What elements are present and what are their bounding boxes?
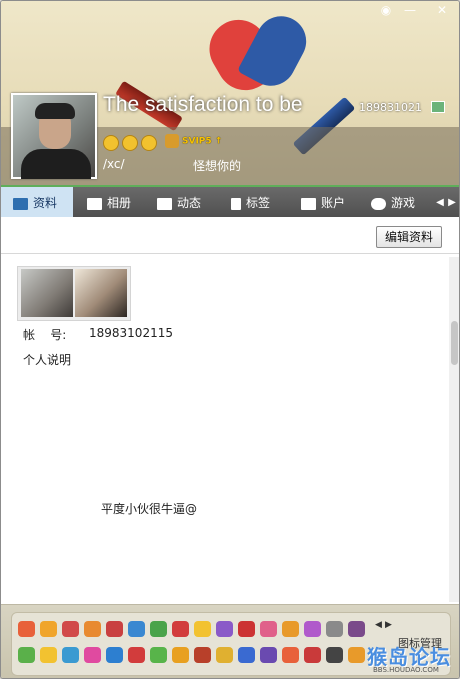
tab-album[interactable]: 相册 [87,187,131,219]
wallet-icon [301,197,316,210]
app-icon[interactable] [150,647,167,663]
svip-badge[interactable]: SVIP5 ↑ [165,134,222,148]
smiley-icon[interactable] [103,135,119,151]
tab-scroll-right-icon[interactable]: ▶ [447,187,457,219]
app-icon[interactable] [150,621,167,637]
app-icon[interactable] [348,647,365,663]
game-icon [371,197,386,210]
tab-games[interactable]: 游戏 [371,187,415,219]
svip-icon [165,134,179,148]
app-icon[interactable] [282,621,299,637]
app-icon[interactable] [172,647,189,663]
account-number: 189831021 [359,101,422,114]
watermark-url: BBS.HOUDAO.COM [373,666,439,674]
tab-profile[interactable]: 资料 [1,187,73,219]
signature-part1: /xc/ [103,157,125,171]
description-text: 平度小伙很牛逼@ [101,502,198,516]
signature-part2: 怪想你的 [193,159,242,173]
app-icon[interactable] [304,621,321,637]
account-label: 帐 号: [23,328,67,342]
app-icon[interactable] [106,647,123,663]
skin-icon[interactable]: ◉ [375,3,397,17]
app-icon[interactable] [326,621,343,637]
status-emojis [103,135,160,151]
app-icon[interactable] [18,621,35,637]
app-icon[interactable] [216,647,233,663]
feed-icon [157,197,172,210]
app-icon[interactable] [238,621,255,637]
app-icon[interactable] [40,647,57,663]
icons-prev-icon[interactable]: ◀ [375,620,382,630]
app-icon[interactable] [238,647,255,663]
app-icon-row [18,621,370,639]
tab-scroll-left-icon[interactable]: ◀ [435,187,445,219]
bookmark-icon [231,197,241,210]
minimize-icon[interactable]: — [399,3,421,17]
app-icon[interactable] [326,647,343,663]
profile-header: ◉ — ✕ The satisfaction to be 189831021 S… [1,1,459,185]
close-icon[interactable]: ✕ [431,3,453,17]
app-icon[interactable] [62,621,79,637]
app-icon[interactable] [128,647,145,663]
app-icon[interactable] [84,621,101,637]
tab-bar: 资料 相册 动态 标签 账户 游戏 ◀ ▶ [1,185,459,219]
app-icon[interactable] [40,621,57,637]
app-icon-row [18,647,370,665]
album-icon [87,197,102,210]
scrollbar-track[interactable] [449,257,459,602]
app-icon[interactable] [18,647,35,663]
photo-thumbnail[interactable] [75,269,127,317]
smiley-icon[interactable] [122,135,138,151]
tab-feed[interactable]: 动态 [157,187,201,219]
app-icon[interactable] [84,647,101,663]
app-icon[interactable] [304,647,321,663]
tab-account[interactable]: 账户 [301,187,345,219]
photo-strip [17,266,131,321]
tab-tags[interactable]: 标签 [231,187,270,219]
app-icon[interactable] [216,621,233,637]
app-icon[interactable] [106,621,123,637]
photo-thumbnail[interactable] [21,269,73,317]
app-icon[interactable] [194,621,211,637]
profile-window: ◉ — ✕ The satisfaction to be 189831021 S… [0,0,460,679]
avatar[interactable] [11,93,97,179]
nickname: The satisfaction to be [103,93,303,116]
app-icon[interactable] [282,647,299,663]
app-icon[interactable] [128,621,145,637]
profile-card-icon [13,197,28,210]
edit-profile-button[interactable]: 编辑资料 [376,226,442,248]
account-value: 18983102115 [89,326,173,340]
description-label: 个人说明 [23,353,72,367]
app-icon[interactable] [260,621,277,637]
app-icon[interactable] [348,621,365,637]
app-icon[interactable] [62,647,79,663]
app-icon[interactable] [194,647,211,663]
smiley-icon[interactable] [141,135,157,151]
app-icon[interactable] [172,621,189,637]
scrollbar-thumb[interactable] [451,321,458,365]
id-card-icon[interactable] [431,101,445,113]
app-icon[interactable] [260,647,277,663]
icons-next-icon[interactable]: ▶ [385,620,392,630]
